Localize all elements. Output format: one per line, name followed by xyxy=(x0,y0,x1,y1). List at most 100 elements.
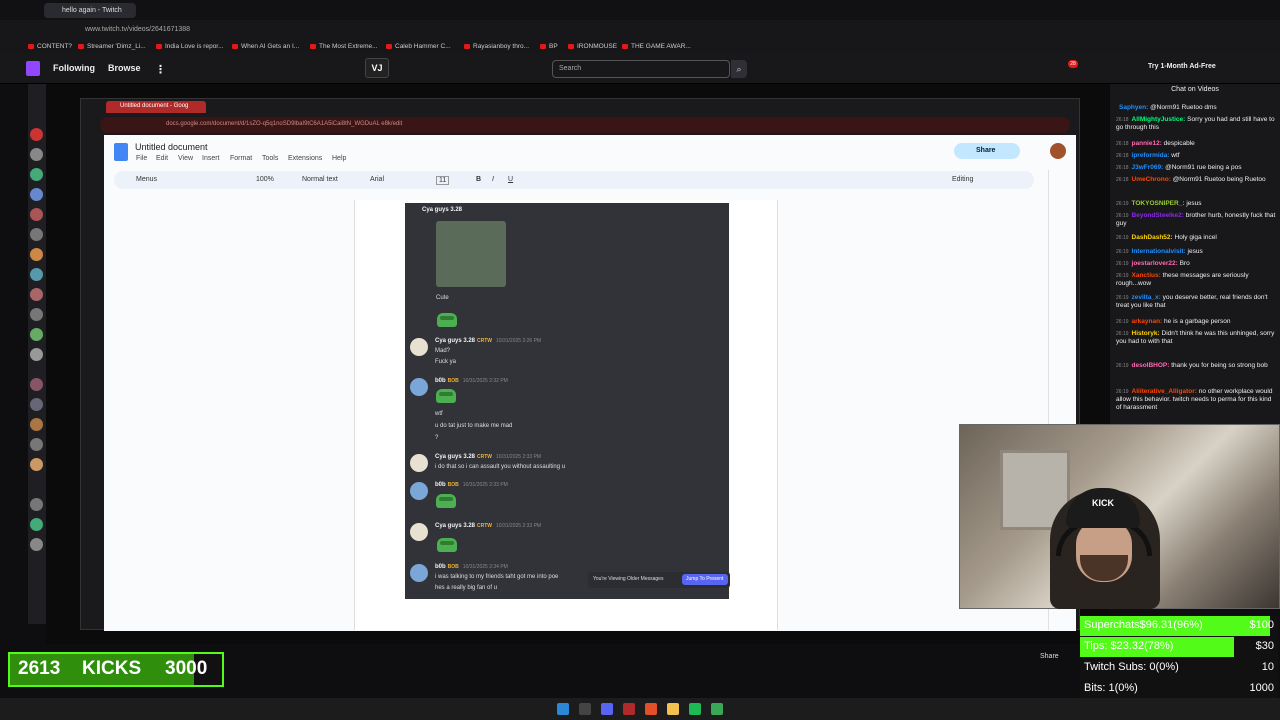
chat-username[interactable]: Historyk: xyxy=(1132,330,1160,337)
bookmark-item[interactable]: CONTENT? xyxy=(28,43,72,50)
inner-browser-tab: Untitled document - Goog xyxy=(106,101,206,113)
chat-username[interactable]: pannie12: xyxy=(1132,140,1162,147)
bookmark-item[interactable]: Streamer 'Dimz_Li... xyxy=(78,43,146,50)
bookmark-item[interactable]: India Love is repor... xyxy=(156,43,224,50)
chat-username[interactable]: desolBHOP: xyxy=(1132,362,1170,369)
chat-username[interactable]: Internationalvisit: xyxy=(1132,248,1186,255)
discord-icon[interactable] xyxy=(601,703,613,715)
chat-username[interactable]: Xanctius: xyxy=(1132,272,1161,279)
channel-avatar[interactable] xyxy=(30,498,43,511)
chat-username[interactable]: DashDash52: xyxy=(1132,234,1173,241)
goal-row: Bits: 1(0%) 1000 xyxy=(1080,679,1278,699)
chat-timestamp: 26:18 xyxy=(1116,117,1129,123)
discord-username: Cya guys 3.28 CRTW 10/31/2025 2:33 PM xyxy=(435,454,542,460)
chat-text: jesus xyxy=(1186,200,1202,207)
channel-avatar[interactable] xyxy=(30,438,43,451)
chat-message: 26:19 Aliiterative_Alligator: no other wo… xyxy=(1116,388,1276,412)
twitch-logo-icon[interactable] xyxy=(26,61,40,76)
channel-avatar[interactable] xyxy=(30,208,43,221)
chat-timestamp: 26:18 xyxy=(1116,177,1129,183)
channel-avatar[interactable] xyxy=(30,398,43,411)
chat-username[interactable]: Saphyen: xyxy=(1119,104,1148,111)
channel-avatar[interactable] xyxy=(30,328,43,341)
channel-avatar[interactable] xyxy=(30,288,43,301)
channel-avatar[interactable] xyxy=(30,168,43,181)
search-icon[interactable]: ⌕ xyxy=(731,60,747,78)
chat-text: Bro xyxy=(1179,260,1190,267)
chat-username[interactable]: TOKYOSNIPER_: xyxy=(1132,200,1185,207)
chat-username[interactable]: BeyondSteelke2: xyxy=(1132,212,1184,219)
chat-username[interactable]: joestarlover22: xyxy=(1132,260,1178,267)
chat-username[interactable]: J3wFr069: xyxy=(1132,164,1164,171)
channel-avatar[interactable] xyxy=(30,348,43,361)
browser-url-text[interactable]: www.twitch.tv/videos/2641671388 xyxy=(85,26,190,33)
channel-avatar[interactable] xyxy=(30,418,43,431)
ad-free-button[interactable]: Try 1-Month Ad-Free xyxy=(1148,63,1216,70)
avatar xyxy=(410,454,428,472)
channel-avatar[interactable] xyxy=(30,308,43,321)
more-menu-icon[interactable]: ⋮ xyxy=(155,63,166,76)
browser-tab-twitch[interactable]: hello again - Twitch xyxy=(44,3,136,18)
doc-title: Untitled document xyxy=(135,142,208,152)
channel-avatar[interactable] xyxy=(30,458,43,471)
avatar xyxy=(410,482,428,500)
channel-avatar[interactable] xyxy=(30,268,43,281)
bookmark-item[interactable]: THE GAME AWAR... xyxy=(622,43,691,50)
bookmark-item[interactable]: When AI Gets an I... xyxy=(232,43,299,50)
toolbar-style: Normal text xyxy=(302,176,338,183)
channel-avatar[interactable] xyxy=(30,378,43,391)
chat-message: 26:19 Historyk: Didn't think he was this … xyxy=(1116,330,1276,346)
bookmark-item[interactable]: Caleb Hammer C... xyxy=(386,43,451,50)
chat-timestamp: 26:19 xyxy=(1116,249,1129,255)
discord-message: Fuck ya xyxy=(435,359,457,365)
channel-avatar[interactable] xyxy=(30,518,43,531)
channel-avatar[interactable] xyxy=(30,248,43,261)
search-icon[interactable] xyxy=(579,703,591,715)
chat-username[interactable]: arkaynan: xyxy=(1132,318,1163,325)
channel-avatar[interactable] xyxy=(30,148,43,161)
nav-browse[interactable]: Browse xyxy=(108,63,141,73)
chat-username[interactable]: Aliiterative_Alligator: xyxy=(1132,388,1197,395)
bookmark-item[interactable]: The Most Extreme... xyxy=(310,43,378,50)
app-icon[interactable] xyxy=(711,703,723,715)
chat-message: 26:19 joestarlover22: Bro xyxy=(1116,260,1276,268)
chat-timestamp: 26:19 xyxy=(1116,295,1129,301)
discord-username: Cya guys 3.28 CRTW 10/31/2025 2:26 PM xyxy=(435,338,542,344)
chat-username[interactable]: zevilta_x: xyxy=(1132,294,1161,301)
browser-tab-bar xyxy=(0,0,1280,20)
chat-username[interactable]: AllMightyJustice: xyxy=(1132,116,1186,123)
obs-icon[interactable] xyxy=(623,703,635,715)
channel-avatar[interactable] xyxy=(30,128,43,141)
channel-avatar[interactable] xyxy=(30,538,43,551)
share-button[interactable]: Share xyxy=(1040,653,1059,660)
channel-logo: VJ xyxy=(365,58,389,78)
chat-username[interactable]: UmeChrono: xyxy=(1132,176,1171,183)
menu-tools: Tools xyxy=(262,155,279,162)
notification-badge: 28 xyxy=(1068,60,1078,68)
bookmark-item[interactable]: IRONMOUSE xyxy=(568,43,617,50)
folder-icon[interactable] xyxy=(667,703,679,715)
discord-username: Cya guys 3.28 xyxy=(422,207,463,213)
avatar xyxy=(410,523,428,541)
chat-username[interactable]: ipreformida: xyxy=(1132,152,1170,159)
spotify-icon[interactable] xyxy=(689,703,701,715)
chat-timestamp: 26:19 xyxy=(1116,201,1129,207)
nav-following[interactable]: Following xyxy=(53,63,95,73)
windows-start-icon[interactable] xyxy=(557,703,569,715)
search-input[interactable]: Search xyxy=(552,60,730,78)
browser-address-bar[interactable] xyxy=(0,20,1280,40)
gif-image xyxy=(436,221,506,287)
chrome-icon[interactable] xyxy=(645,703,657,715)
bookmark-item[interactable]: Rayasianboy thro... xyxy=(464,43,529,50)
toolbar-zoom: 100% xyxy=(256,176,274,183)
channel-avatar[interactable] xyxy=(30,228,43,241)
chat-timestamp: 26:18 xyxy=(1116,153,1129,159)
chat-text: Holy giga incel xyxy=(1174,234,1217,241)
chat-message: 26:19 Internationalvisit: jesus xyxy=(1116,248,1276,256)
channel-avatar[interactable] xyxy=(30,188,43,201)
bookmark-item[interactable]: BP xyxy=(540,43,558,50)
goal-target: $100 xyxy=(1249,619,1274,631)
chat-message: 26:19 Xanctius: these messages are seriou… xyxy=(1116,272,1276,288)
toolbar-menus: Menus xyxy=(136,176,158,183)
chat-text: @Norm91 Ruetoo being Ruetoo xyxy=(1172,176,1266,183)
